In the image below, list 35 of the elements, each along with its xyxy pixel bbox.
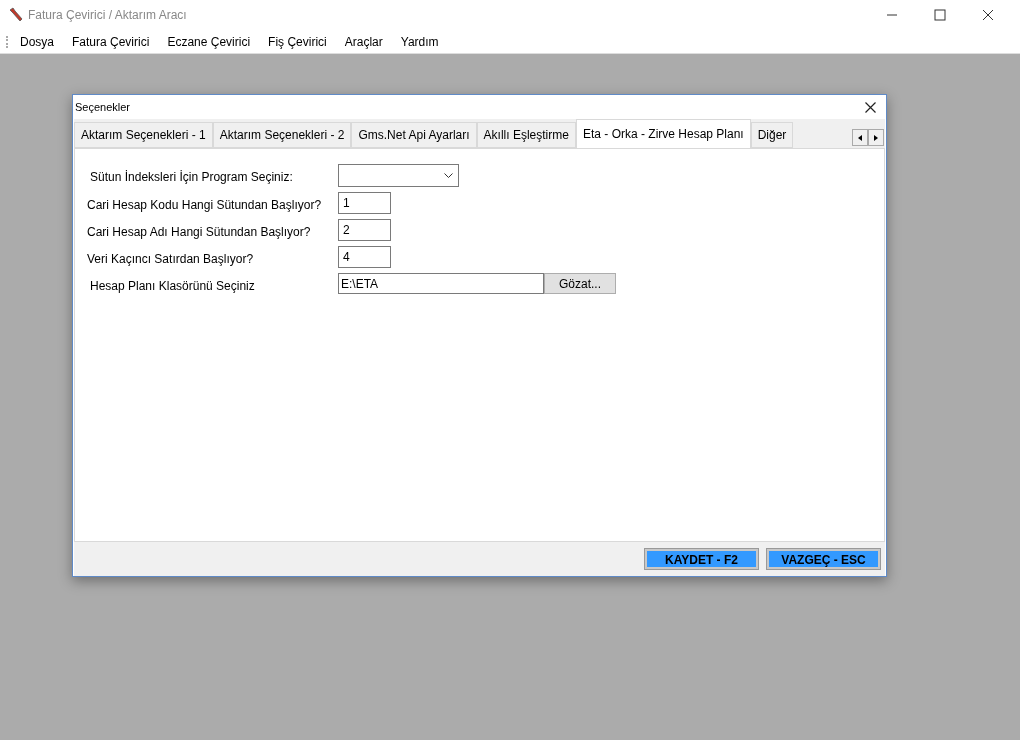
- scroll-left-button[interactable]: [852, 129, 868, 146]
- window-title: Fatura Çevirici / Aktarım Aracı: [28, 7, 187, 24]
- close-icon[interactable]: [982, 9, 994, 21]
- folder-path-field[interactable]: E:\ETA: [338, 273, 544, 294]
- field-label: Hesap Planı Klasörünü Seçiniz: [90, 278, 256, 295]
- scroll-right-button[interactable]: [868, 129, 884, 146]
- input-field[interactable]: 1: [338, 192, 391, 214]
- field-label: Veri Kaçıncı Satırdan Başlıyor?: [87, 251, 255, 268]
- chevron-down-icon: [444, 173, 453, 178]
- maximize-icon[interactable]: [934, 9, 946, 21]
- menu-item[interactable]: Dosya: [11, 30, 63, 53]
- menu-item[interactable]: Araçlar: [335, 30, 392, 53]
- footer-button[interactable]: VAZGEÇ - ESC: [767, 549, 880, 569]
- input-field[interactable]: 4: [338, 246, 391, 268]
- tab[interactable]: Eta - Orka - Zirve Hesap Planı: [575, 119, 751, 148]
- field-label: Sütun İndeksleri İçin Program Seçiniz:: [90, 169, 294, 186]
- tab[interactable]: Akıllı Eşleştirme: [476, 122, 576, 148]
- menu-item[interactable]: Fatura Çevirici: [63, 30, 159, 53]
- input-field[interactable]: 2: [338, 219, 391, 241]
- menu-item[interactable]: Yardım: [391, 30, 448, 53]
- tab[interactable]: Aktarım Seçenekleri - 1: [74, 122, 213, 148]
- tab[interactable]: Aktarım Seçenekleri - 2: [212, 122, 352, 148]
- dialog-title: Seçenekler: [75, 99, 131, 115]
- footer-button[interactable]: KAYDET - F2: [645, 549, 758, 569]
- tab[interactable]: Gms.Net Api Ayarları: [351, 122, 477, 148]
- program-dropdown[interactable]: [338, 164, 459, 187]
- field-label: Cari Hesap Adı Hangi Sütundan Başlıyor?: [87, 224, 312, 241]
- menu-item[interactable]: Fiş Çevirici: [259, 30, 336, 53]
- left-arrow-icon: [858, 134, 862, 141]
- browse-button[interactable]: Gözat...: [544, 273, 616, 294]
- tab[interactable]: Diğer: [750, 122, 794, 148]
- right-arrow-icon: [874, 134, 878, 141]
- close-icon[interactable]: [865, 101, 876, 113]
- field-label: Cari Hesap Kodu Hangi Sütundan Başlıyor?: [87, 197, 323, 214]
- menu-item[interactable]: Eczane Çevirici: [158, 30, 260, 53]
